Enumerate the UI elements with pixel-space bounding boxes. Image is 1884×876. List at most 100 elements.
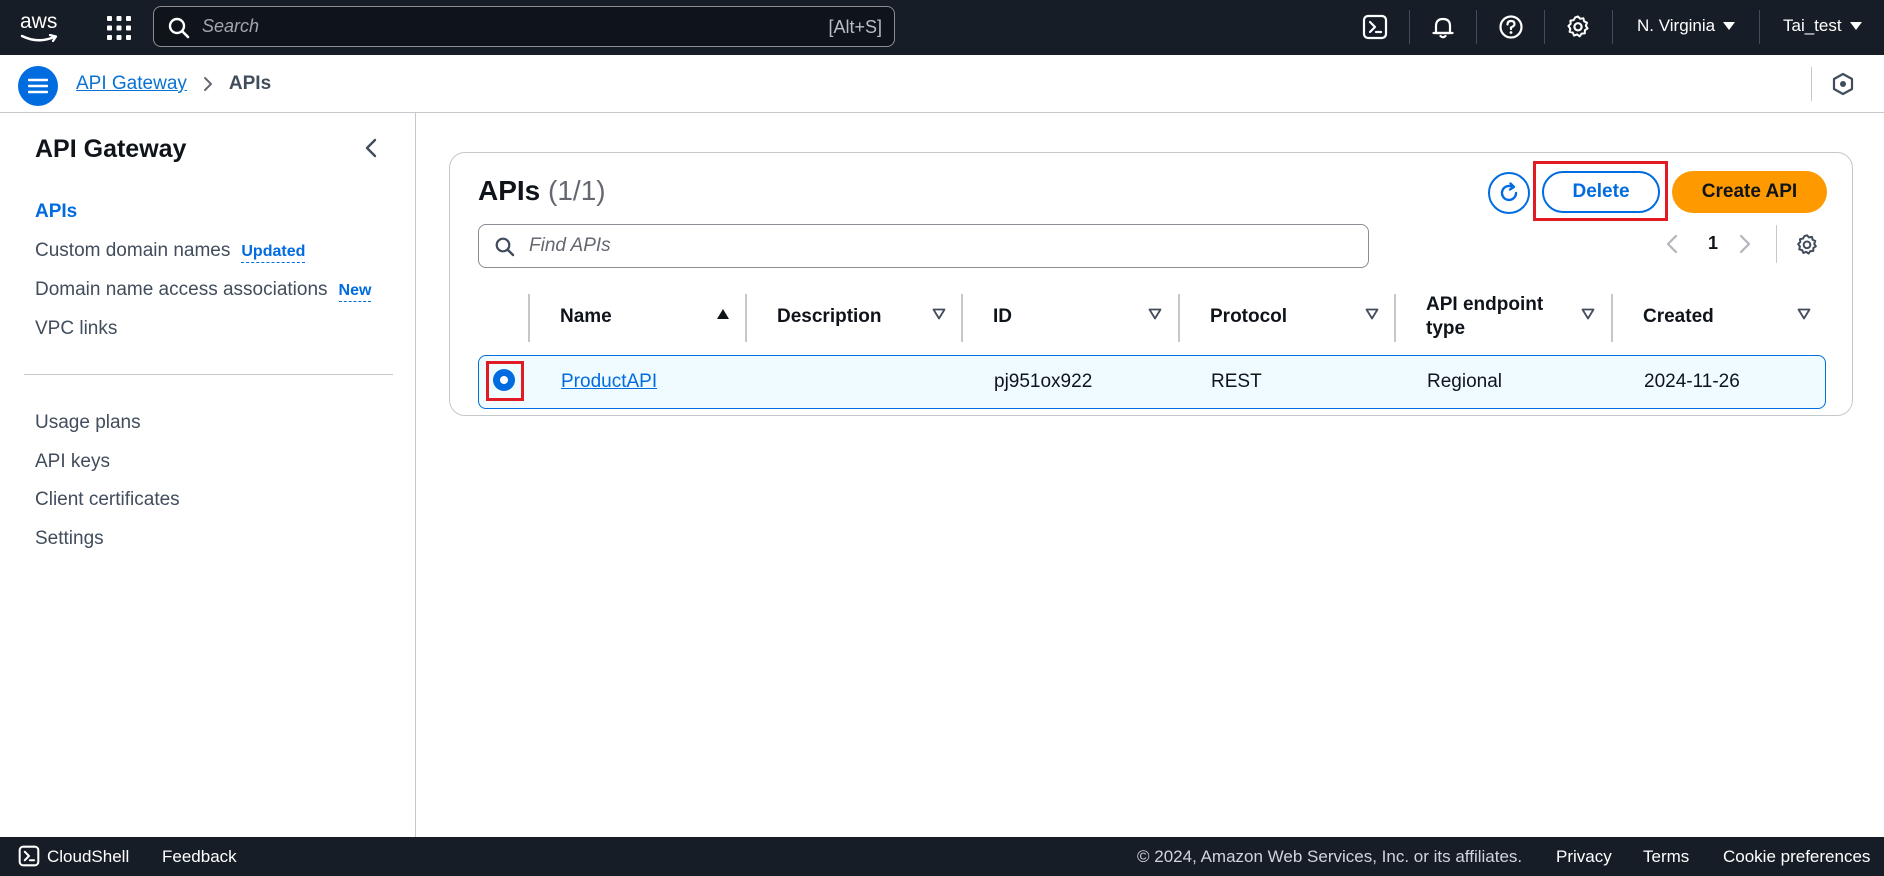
chevron-right-icon	[1739, 234, 1751, 254]
table-header: Name Description ID Protocol API endpoin…	[478, 291, 1826, 343]
cloudshell-footer-icon[interactable]	[18, 845, 40, 872]
row-select-radio[interactable]	[493, 369, 515, 391]
refresh-button[interactable]	[1488, 172, 1530, 214]
apis-heading: APIs	[478, 175, 541, 206]
nav-divider	[1409, 10, 1410, 44]
terms-link[interactable]: Terms	[1643, 847, 1689, 867]
previous-page-button[interactable]	[1665, 233, 1679, 260]
sort-icon[interactable]	[932, 307, 946, 325]
search-icon	[495, 237, 515, 257]
find-apis-input[interactable]	[529, 233, 1349, 259]
side-navigation: API Gateway APIs Custom domain names Upd…	[0, 113, 416, 837]
sort-icon[interactable]	[1148, 307, 1162, 325]
page-title: APIs (1/1)	[478, 175, 606, 207]
column-divider	[1611, 294, 1613, 342]
table-preferences-button[interactable]	[1795, 233, 1819, 262]
caret-down-icon	[1849, 22, 1862, 30]
page-number[interactable]: 1	[1703, 233, 1723, 254]
hamburger-icon	[28, 78, 48, 94]
collapse-sidebar-button[interactable]	[364, 137, 378, 164]
sidebar-item-settings[interactable]: Settings	[35, 528, 104, 550]
account-menu[interactable]: Tai_test	[1783, 16, 1862, 36]
footer: CloudShell Feedback © 2024, Amazon Web S…	[0, 837, 1884, 876]
api-name-link[interactable]: ProductAPI	[561, 371, 657, 393]
search-shortcut-hint: [Alt+S]	[828, 17, 882, 37]
nav-divider	[1759, 10, 1760, 44]
column-header-protocol[interactable]: Protocol	[1210, 291, 1287, 343]
breadcrumb-api-gateway[interactable]: API Gateway	[76, 73, 187, 95]
find-apis-field[interactable]	[478, 224, 1369, 268]
cloudshell-icon[interactable]	[1362, 14, 1390, 42]
region-selector[interactable]: N. Virginia	[1637, 16, 1736, 36]
column-header-endpoint-type[interactable]: API endpoint type	[1426, 291, 1556, 343]
caret-down-icon	[1723, 22, 1736, 30]
sidebar-item-vpc-links[interactable]: VPC links	[35, 318, 117, 340]
sidebar-item-api-keys[interactable]: API keys	[35, 451, 110, 473]
help-panel-icon[interactable]	[1831, 72, 1855, 101]
cloudshell-link[interactable]: CloudShell	[47, 847, 129, 867]
aws-logo-text: aws	[20, 10, 58, 33]
divider	[1776, 225, 1777, 263]
sidebar-title: API Gateway	[35, 135, 187, 163]
services-grid-icon[interactable]	[106, 15, 132, 41]
sort-icon[interactable]	[1581, 307, 1595, 325]
global-search[interactable]: [Alt+S]	[153, 6, 895, 47]
bell-icon[interactable]	[1430, 14, 1458, 42]
column-header-id[interactable]: ID	[993, 291, 1012, 343]
sidebar-item-label: API keys	[35, 451, 110, 472]
aws-logo[interactable]: aws	[18, 8, 66, 46]
breadcrumb-bar: API Gateway APIs	[0, 55, 1884, 113]
copyright-text: © 2024, Amazon Web Services, Inc. or its…	[1137, 847, 1523, 866]
updated-badge[interactable]: Updated	[241, 243, 306, 263]
sidebar-item-apis[interactable]: APIs	[35, 201, 77, 223]
nav-divider	[1544, 10, 1545, 44]
nav-divider	[1612, 10, 1613, 44]
column-divider	[745, 294, 747, 342]
new-badge[interactable]: New	[338, 282, 372, 302]
global-search-input[interactable]	[202, 13, 762, 40]
column-divider	[961, 294, 963, 342]
api-created: 2024-11-26	[1644, 371, 1740, 392]
breadcrumb: API Gateway APIs	[76, 73, 271, 95]
feedback-link[interactable]: Feedback	[162, 847, 237, 867]
delete-button[interactable]: Delete	[1542, 171, 1660, 213]
sidebar-item-label: Settings	[35, 528, 104, 549]
column-divider	[1178, 294, 1180, 342]
next-page-button[interactable]	[1738, 233, 1752, 260]
help-icon[interactable]	[1498, 14, 1526, 42]
sidebar-item-label: APIs	[35, 201, 78, 222]
column-header-name[interactable]: Name	[560, 291, 612, 343]
top-navigation: aws [Alt+S]	[0, 0, 1884, 55]
api-endpoint-type: Regional	[1427, 371, 1502, 392]
breadcrumb-current: APIs	[228, 73, 272, 94]
column-divider	[528, 294, 530, 342]
sidebar-item-client-certificates[interactable]: Client certificates	[35, 489, 180, 511]
aws-smile-icon	[20, 34, 58, 43]
sidebar-item-label: VPC links	[35, 318, 118, 339]
apis-table-container: APIs (1/1) Delete Create API 1	[449, 152, 1853, 416]
sidebar-divider	[24, 374, 393, 375]
column-header-created[interactable]: Created	[1643, 291, 1714, 343]
table-row[interactable]: ProductAPI pj951ox922 REST Regional 2024…	[478, 355, 1826, 409]
sort-icon[interactable]	[1365, 307, 1379, 325]
chevron-left-icon	[1666, 234, 1678, 254]
nav-divider	[1476, 10, 1477, 44]
menu-toggle-button[interactable]	[18, 66, 58, 106]
column-header-description[interactable]: Description	[777, 291, 882, 343]
sidebar-item-domain-name-access-associations[interactable]: Domain name access associations New	[35, 279, 372, 302]
sidebar-item-label: Client certificates	[35, 489, 180, 510]
chevron-right-icon	[203, 77, 212, 91]
column-divider	[1394, 294, 1396, 342]
account-label: Tai_test	[1783, 16, 1842, 35]
sort-ascending-icon[interactable]	[716, 307, 730, 325]
sort-icon[interactable]	[1797, 307, 1811, 325]
cookie-preferences-link[interactable]: Cookie preferences	[1723, 847, 1870, 867]
privacy-link[interactable]: Privacy	[1556, 847, 1612, 867]
create-api-button[interactable]: Create API	[1672, 171, 1827, 213]
sidebar-item-custom-domain-names[interactable]: Custom domain names Updated	[35, 240, 306, 263]
api-id: pj951ox922	[994, 371, 1093, 392]
settings-gear-icon[interactable]	[1565, 14, 1593, 42]
sidebar-item-usage-plans[interactable]: Usage plans	[35, 412, 141, 434]
refresh-icon	[1500, 182, 1518, 202]
sidebar-item-label: Domain name access associations	[35, 279, 328, 300]
